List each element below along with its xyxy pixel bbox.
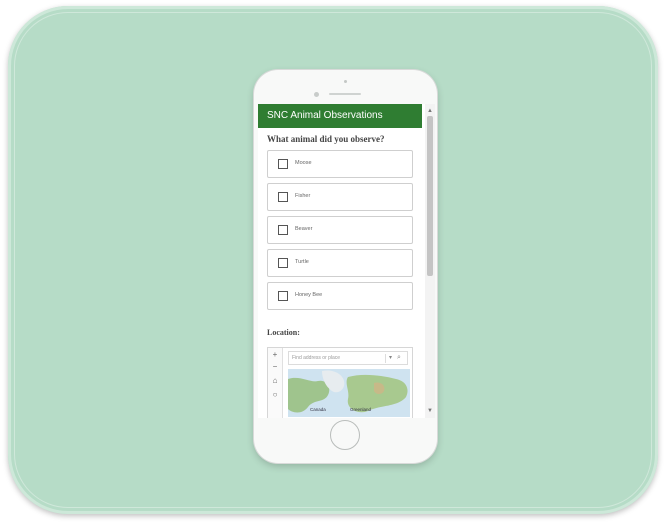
search-icon[interactable]: ⌕ bbox=[397, 354, 401, 362]
map-place-label: Canada bbox=[310, 407, 326, 412]
option-label: Turtle bbox=[295, 259, 309, 265]
map-landmass-icon bbox=[288, 369, 410, 417]
search-divider bbox=[385, 354, 386, 363]
checkbox[interactable] bbox=[278, 192, 288, 202]
option-label: Beaver bbox=[295, 226, 313, 232]
app-title: SNC Animal Observations bbox=[258, 104, 422, 128]
minus-icon[interactable]: − bbox=[268, 362, 282, 371]
phone-mockup: SNC Animal Observations ▲ ▼ What animal … bbox=[254, 70, 437, 463]
phone-home-button[interactable] bbox=[330, 420, 360, 450]
option-fisher[interactable]: Fisher bbox=[267, 183, 413, 211]
location-label: Location: bbox=[267, 328, 300, 337]
option-label: Fisher bbox=[295, 193, 311, 199]
map-toolbar: + − ⌂ ○ bbox=[268, 348, 283, 418]
search-dropdown-icon[interactable]: ▾ bbox=[389, 354, 392, 361]
scroll-down-arrow-icon[interactable]: ▼ bbox=[425, 406, 435, 416]
phone-camera bbox=[314, 92, 319, 97]
locate-icon[interactable]: ○ bbox=[268, 390, 282, 399]
checkbox[interactable] bbox=[278, 291, 288, 301]
phone-earpiece bbox=[329, 93, 361, 95]
checkbox[interactable] bbox=[278, 159, 288, 169]
option-beaver[interactable]: Beaver bbox=[267, 216, 413, 244]
scroll-thumb[interactable] bbox=[427, 116, 433, 276]
option-label: Moose bbox=[295, 160, 312, 166]
option-turtle[interactable]: Turtle bbox=[267, 249, 413, 277]
map-tile[interactable]: Canada Greenland bbox=[288, 369, 410, 417]
location-map[interactable]: + − ⌂ ○ Find address or place ▾ ⌕ Canada… bbox=[267, 347, 413, 418]
app-screen: SNC Animal Observations ▲ ▼ What animal … bbox=[258, 104, 435, 418]
checkbox[interactable] bbox=[278, 258, 288, 268]
search-input[interactable]: Find address or place bbox=[292, 355, 340, 361]
home-icon[interactable]: ⌂ bbox=[268, 376, 282, 385]
plus-icon[interactable]: + bbox=[268, 350, 282, 359]
checkbox[interactable] bbox=[278, 225, 288, 235]
map-place-label: Greenland bbox=[350, 407, 372, 412]
map-search-box[interactable]: Find address or place ▾ ⌕ bbox=[288, 351, 408, 365]
scroll-up-arrow-icon[interactable]: ▲ bbox=[425, 106, 435, 116]
option-moose[interactable]: Moose bbox=[267, 150, 413, 178]
scrollbar[interactable]: ▲ ▼ bbox=[425, 104, 435, 418]
option-label: Honey Bee bbox=[295, 292, 323, 298]
phone-sensor bbox=[344, 80, 347, 83]
animal-question-label: What animal did you observe? bbox=[267, 134, 385, 144]
option-honey-bee[interactable]: Honey Bee bbox=[267, 282, 413, 310]
